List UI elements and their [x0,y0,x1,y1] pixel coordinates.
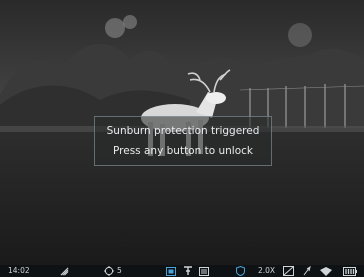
picture-in-picture-icon [166,265,176,277]
shield-icon [236,265,245,277]
recording-mode-icon [199,265,209,277]
status-bar: 14:02 5 2.0X [0,265,364,277]
clock: 14:02 [8,266,30,275]
target-count: 5 [117,266,122,275]
alert-message: Press any button to unlock [113,145,253,157]
zoom-level: 2.0X [258,266,276,275]
thermal-viewfinder: Sunburn protection triggered Press any b… [0,0,364,277]
compass-icon [302,265,312,277]
sunburn-alert-dialog: Sunburn protection triggered Press any b… [94,116,272,166]
alert-title: Sunburn protection triggered [106,125,260,137]
signal-icon [60,265,69,277]
wifi-icon [320,265,332,277]
target-reticle-icon [104,265,114,277]
palette-icon [183,265,193,277]
battery-icon [343,265,357,277]
stadiametric-icon [283,265,294,277]
